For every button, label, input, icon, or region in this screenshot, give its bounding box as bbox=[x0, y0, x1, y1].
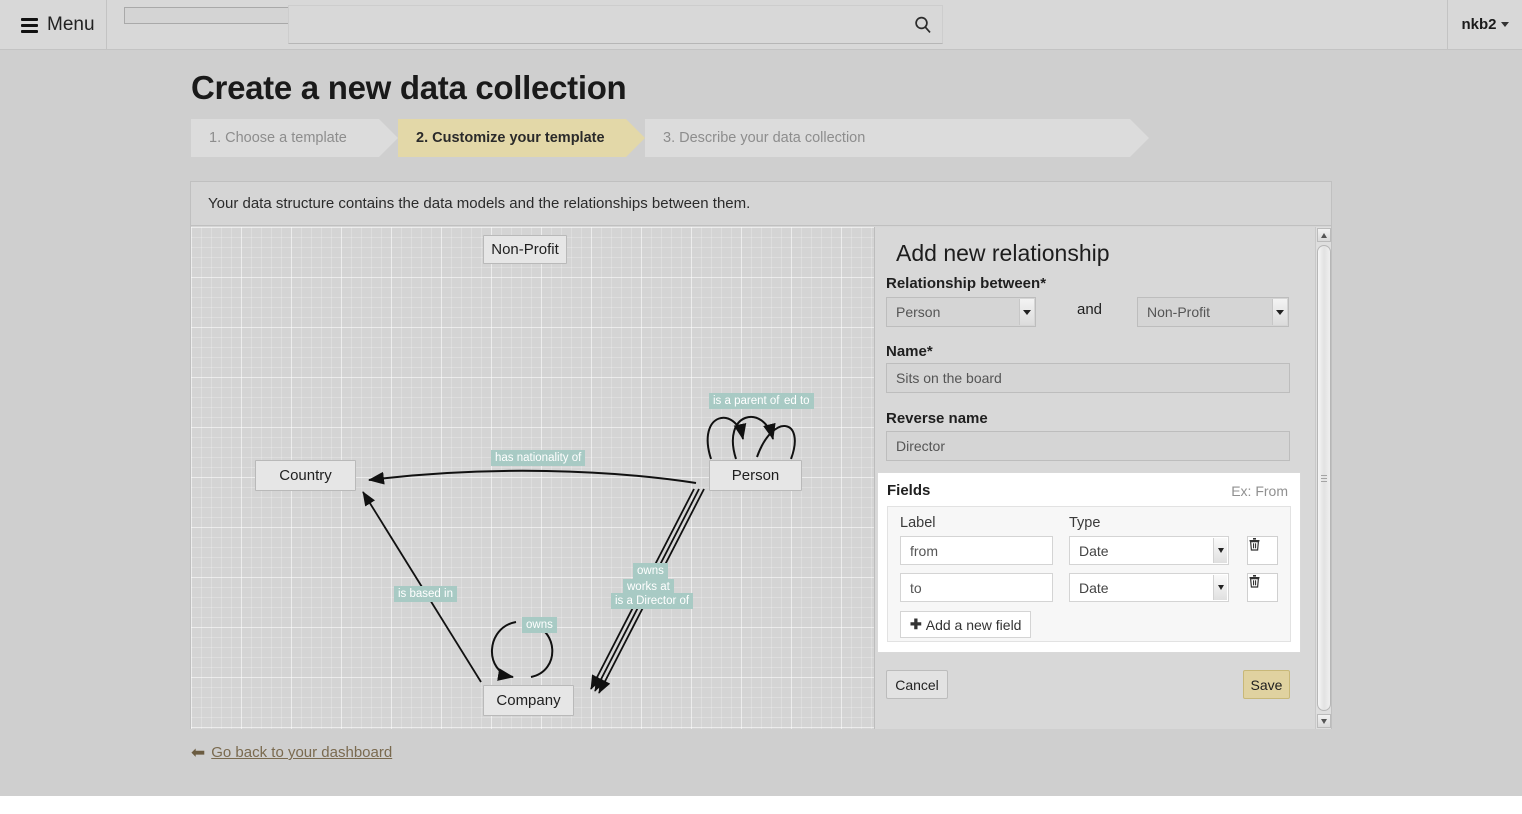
fields-title: Fields bbox=[887, 482, 930, 499]
edge-label-is-based-in: is based in bbox=[394, 586, 457, 602]
user-menu[interactable]: nkb2 bbox=[1447, 0, 1522, 49]
fields-column-label: Label bbox=[900, 515, 935, 531]
panel-title: Add new relationship bbox=[896, 240, 1110, 267]
chevron-down-icon bbox=[1213, 538, 1227, 563]
navbar-middle bbox=[107, 0, 1447, 49]
chevron-down-icon bbox=[1019, 299, 1034, 325]
search-icon[interactable] bbox=[913, 15, 933, 35]
edge-label-has-nationality-of: has nationality of bbox=[491, 450, 585, 466]
graph-node-company[interactable]: Company bbox=[483, 685, 574, 716]
edge-label-owns-company: owns bbox=[522, 617, 557, 633]
plus-icon: ✚ bbox=[910, 616, 922, 633]
fields-example-hint: Ex: From bbox=[1231, 483, 1288, 499]
add-relationship-panel: Add new relationship Relationship betwee… bbox=[874, 227, 1331, 729]
search-box[interactable] bbox=[288, 5, 943, 44]
wizard-step-1[interactable]: 1. Choose a template bbox=[191, 119, 379, 157]
field-type-select[interactable]: Date bbox=[1069, 536, 1229, 565]
relationship-between-label: Relationship between* bbox=[886, 275, 1046, 292]
fields-column-type: Type bbox=[1069, 515, 1100, 531]
search-input[interactable] bbox=[289, 6, 899, 41]
name-input-value: Sits on the board bbox=[896, 370, 1002, 386]
graph-node-non-profit[interactable]: Non-Profit bbox=[483, 235, 567, 264]
graph-node-label: Company bbox=[496, 692, 560, 709]
panel-scrollbar[interactable] bbox=[1315, 227, 1331, 729]
back-to-dashboard-link[interactable]: ⬅ Go back to your dashboard bbox=[191, 744, 392, 761]
add-new-field-button[interactable]: ✚ Add a new field bbox=[900, 611, 1031, 638]
brand-placeholder bbox=[124, 7, 291, 24]
relationship-from-select[interactable]: Person bbox=[886, 297, 1036, 327]
relationship-to-select[interactable]: Non-Profit bbox=[1137, 297, 1289, 327]
user-name-label: nkb2 bbox=[1461, 16, 1496, 33]
add-relationship-form: Add new relationship Relationship betwee… bbox=[875, 227, 1315, 729]
graph-node-label: Non-Profit bbox=[491, 241, 559, 258]
page-title: Create a new data collection bbox=[191, 69, 626, 107]
back-to-dashboard-label: Go back to your dashboard bbox=[211, 744, 392, 761]
fields-table: Label Type from Date bbox=[887, 506, 1291, 642]
reverse-name-label: Reverse name bbox=[886, 410, 988, 427]
graph-canvas[interactable]: Non-Profit Country Person Company is a p… bbox=[191, 227, 1331, 729]
edge-label-is-a-director-of: is a Director of bbox=[611, 593, 693, 609]
delete-field-button[interactable] bbox=[1247, 536, 1278, 565]
step-chevron-icon bbox=[1130, 119, 1149, 157]
edge-label-owns-person: owns bbox=[633, 563, 668, 579]
edge-label-is-a-parent-of: is a parent of bbox=[709, 393, 783, 409]
wizard-step-1-label: 1. Choose a template bbox=[209, 130, 347, 146]
add-new-field-label: Add a new field bbox=[926, 617, 1022, 633]
fields-section: Fields Ex: From Label Type from Date bbox=[877, 472, 1301, 653]
graph-node-person[interactable]: Person bbox=[709, 460, 802, 491]
and-connector-label: and bbox=[1077, 301, 1102, 318]
field-type-value: Date bbox=[1079, 580, 1109, 596]
scroll-down-button[interactable] bbox=[1317, 714, 1331, 728]
cancel-button[interactable]: Cancel bbox=[886, 670, 948, 699]
chevron-down-icon bbox=[1501, 22, 1509, 27]
field-label-input[interactable]: from bbox=[900, 536, 1053, 565]
hamburger-icon bbox=[21, 15, 38, 36]
scroll-up-button[interactable] bbox=[1317, 228, 1331, 242]
page-body: Create a new data collection 1. Choose a… bbox=[0, 50, 1522, 796]
graph-node-label: Country bbox=[279, 467, 332, 484]
trash-icon bbox=[1248, 574, 1261, 588]
chevron-down-icon bbox=[1272, 299, 1287, 325]
graph-node-label: Person bbox=[732, 467, 780, 484]
relationship-from-value: Person bbox=[896, 304, 940, 320]
menu-button-label: Menu bbox=[47, 14, 95, 36]
menu-button[interactable]: Menu bbox=[0, 0, 107, 50]
wizard-step-3-label: 3. Describe your data collection bbox=[663, 130, 865, 146]
save-button-label: Save bbox=[1251, 677, 1283, 693]
data-structure-panel: Your data structure contains the data mo… bbox=[190, 181, 1332, 729]
wizard-step-2-label: 2. Customize your template bbox=[416, 130, 605, 146]
field-label-value: from bbox=[910, 543, 938, 559]
delete-field-button[interactable] bbox=[1247, 573, 1278, 602]
chevron-down-icon bbox=[1213, 575, 1227, 600]
field-label-input[interactable]: to bbox=[900, 573, 1053, 602]
step-chevron-icon bbox=[626, 119, 645, 157]
scrollbar-thumb[interactable] bbox=[1317, 245, 1331, 711]
save-button[interactable]: Save bbox=[1243, 670, 1290, 699]
edge-label-related-to: ed to bbox=[780, 393, 814, 409]
trash-icon bbox=[1248, 537, 1261, 551]
reverse-name-input-value: Director bbox=[896, 438, 945, 454]
name-input[interactable]: Sits on the board bbox=[886, 363, 1290, 393]
graph-node-country[interactable]: Country bbox=[255, 460, 356, 491]
field-type-select[interactable]: Date bbox=[1069, 573, 1229, 602]
field-label-value: to bbox=[910, 580, 922, 596]
reverse-name-input[interactable]: Director bbox=[886, 431, 1290, 461]
scrollbar-grip-icon bbox=[1321, 473, 1327, 484]
field-type-value: Date bbox=[1079, 543, 1109, 559]
wizard-step-3[interactable]: 3. Describe your data collection bbox=[645, 119, 1130, 157]
page-bottom-strip bbox=[0, 796, 1522, 814]
cancel-button-label: Cancel bbox=[895, 677, 939, 693]
panel-note: Your data structure contains the data mo… bbox=[191, 182, 1331, 226]
relationship-to-value: Non-Profit bbox=[1147, 304, 1210, 320]
arrow-left-icon: ⬅ bbox=[191, 745, 205, 760]
step-chevron-icon bbox=[379, 119, 398, 157]
name-label: Name* bbox=[886, 343, 933, 360]
top-navbar: Menu nkb2 bbox=[0, 0, 1522, 50]
wizard-step-2[interactable]: 2. Customize your template bbox=[398, 119, 626, 157]
